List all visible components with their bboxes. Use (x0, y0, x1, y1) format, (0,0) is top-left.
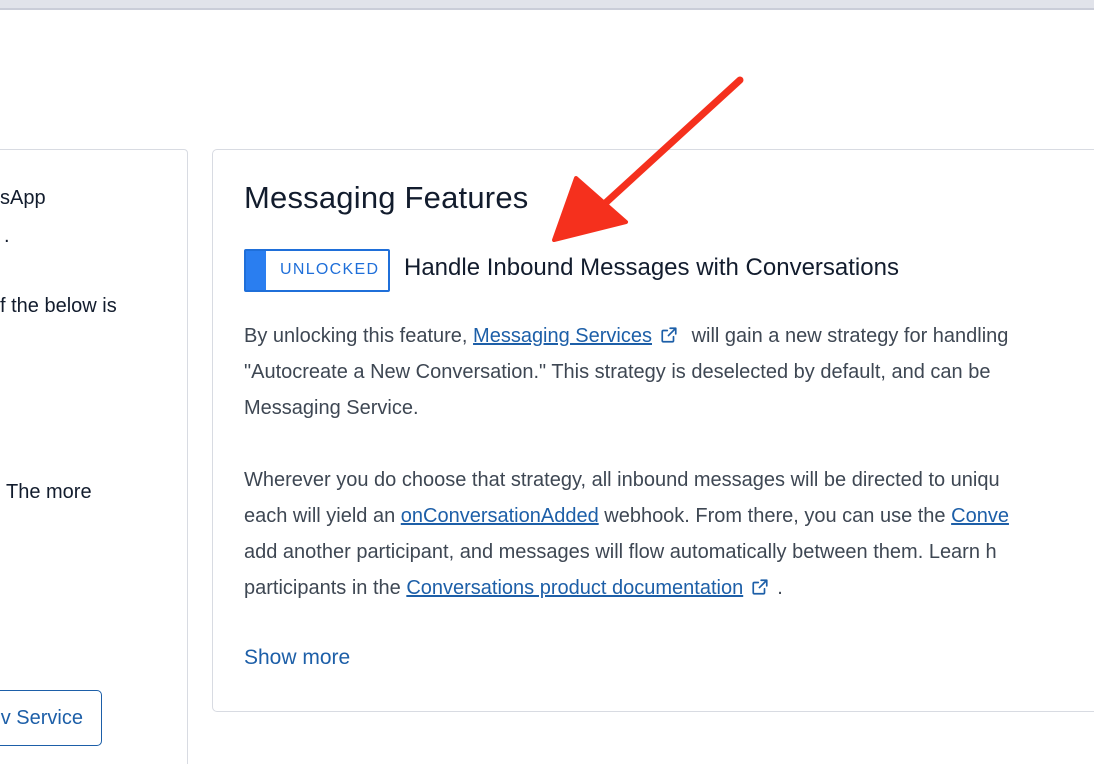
card-title: Messaging Features (244, 180, 529, 215)
external-link-icon[interactable] (660, 326, 678, 344)
para1-line-2: "Autocreate a New Conversation." This st… (244, 361, 991, 383)
create-service-button[interactable]: v Service (0, 690, 102, 746)
para2-line-2: each will yield an onConversationAdded w… (244, 505, 1009, 527)
messaging-services-link[interactable]: Messaging Services (473, 325, 652, 347)
para1-line-3: Messaging Service. (244, 397, 419, 419)
top-toolbar-edge (0, 0, 1094, 10)
left-card-text-line-4: The more (6, 481, 92, 503)
feature-description-paragraph-1: By unlocking this feature, Messaging Ser… (244, 318, 1094, 426)
para2-line-3: add another participant, and messages wi… (244, 541, 997, 563)
feature-heading: Handle Inbound Messages with Conversatio… (404, 254, 899, 281)
on-conversation-added-link[interactable]: onConversationAdded (401, 505, 599, 527)
feature-description-paragraph-2: Wherever you do choose that strategy, al… (244, 462, 1094, 606)
messaging-features-card (212, 149, 1094, 712)
para1-line-1: By unlocking this feature, Messaging Ser… (244, 325, 1009, 347)
conversations-api-link[interactable]: Conve (951, 505, 1009, 527)
left-card-text-line-1: sApp (0, 187, 46, 209)
badge-accent-bar (246, 251, 266, 290)
unlocked-badge: UNLOCKED (244, 249, 390, 292)
left-card-text-line-2: . (4, 225, 10, 247)
para2-line-4: participants in the Conversations produc… (244, 577, 783, 599)
para2-line-1: Wherever you do choose that strategy, al… (244, 469, 1000, 491)
left-card (0, 149, 188, 764)
left-card-text-line-3: f the below is (0, 295, 117, 317)
page: sApp . f the below is The more v Service… (0, 0, 1094, 764)
show-more-button[interactable]: Show more (244, 646, 350, 670)
conversations-docs-link[interactable]: Conversations product documentation (406, 577, 743, 599)
badge-label: UNLOCKED (280, 261, 380, 278)
external-link-icon[interactable] (751, 578, 769, 596)
